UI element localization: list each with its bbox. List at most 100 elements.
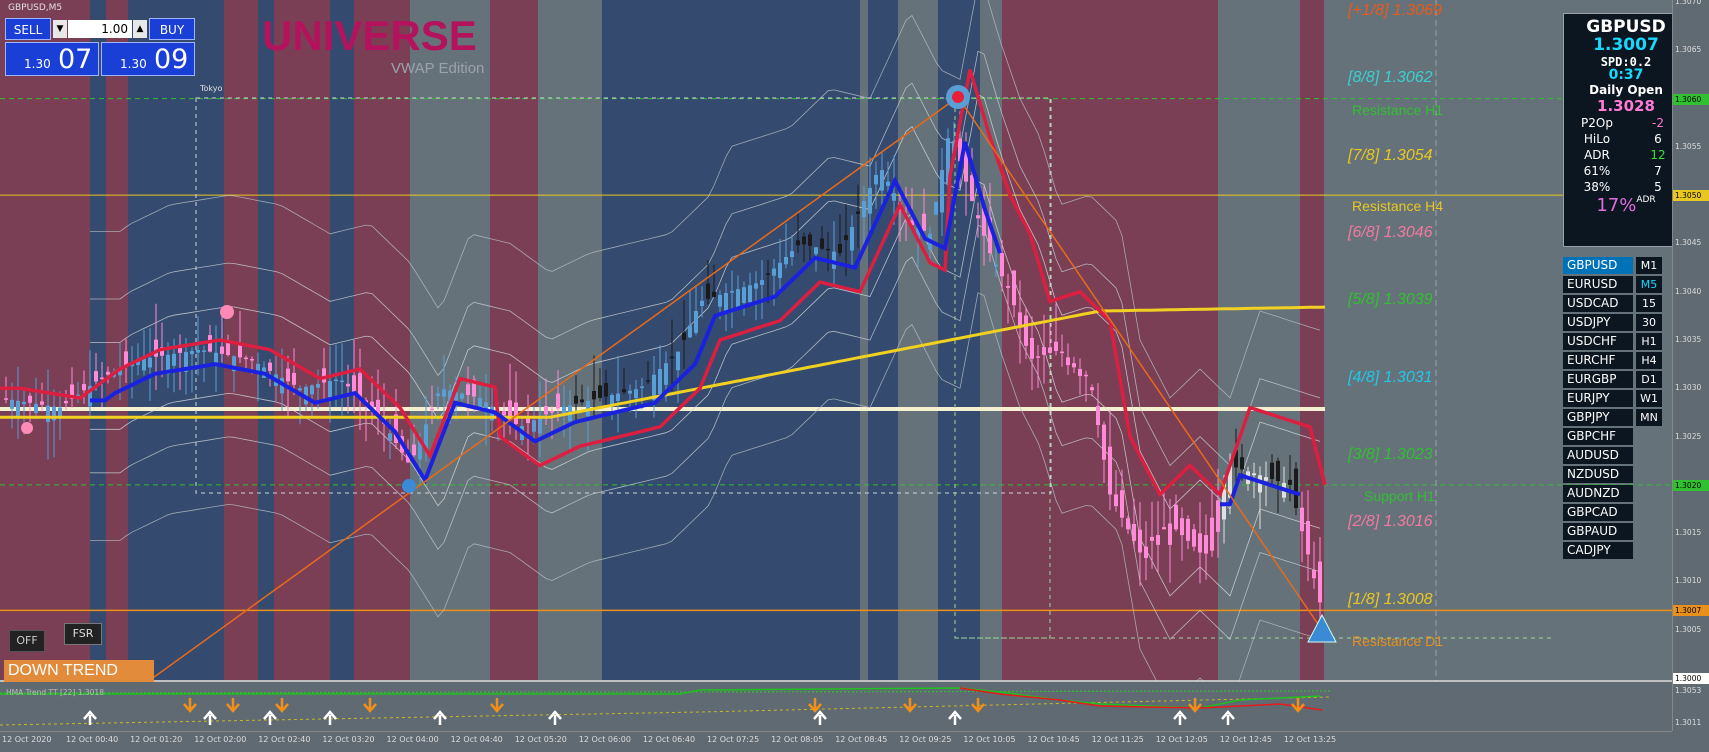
candle-body: [1006, 285, 1010, 288]
candle-body: [736, 289, 740, 307]
info-candle-timer: 0:37: [1608, 67, 1644, 83]
candle-body: [172, 353, 176, 366]
info-symbol: GBPUSD: [1586, 17, 1666, 37]
symbol-eurgbp-button[interactable]: EURGBP: [1563, 371, 1633, 388]
candle-body: [760, 280, 764, 285]
off-button[interactable]: OFF: [9, 630, 45, 652]
candle-body: [94, 371, 98, 382]
price-tick: 1.3010: [1675, 576, 1702, 586]
buy-button[interactable]: BUY: [149, 18, 195, 40]
lot-size-input[interactable]: [68, 20, 132, 38]
symbol-usdcad-button[interactable]: USDCAD: [1563, 295, 1633, 312]
info-row-key: HiLo: [1583, 132, 1611, 146]
timeframe-m5-button[interactable]: M5: [1636, 276, 1662, 293]
candle-body: [790, 251, 794, 258]
candle-body: [352, 375, 356, 393]
candle-body: [556, 393, 560, 409]
time-tick: 12 Oct 03:20: [322, 735, 375, 744]
candle-body: [1042, 347, 1046, 355]
timeframe-30-button[interactable]: 30: [1636, 314, 1662, 331]
candle-body: [604, 382, 608, 397]
time-tick: 12 Oct 12:45: [1219, 735, 1272, 744]
price-tick: 1.3025: [1675, 431, 1702, 441]
info-row: P2Op -2: [1564, 115, 1688, 131]
candle-body: [1060, 351, 1064, 354]
candle-body: [742, 287, 746, 303]
symbol-eurusd-button[interactable]: EURUSD: [1563, 276, 1633, 293]
buy-price-box[interactable]: 1.30 09: [101, 42, 195, 76]
candle-body: [1276, 460, 1280, 481]
candle-body: [316, 383, 320, 388]
fsr-button[interactable]: FSR: [64, 623, 102, 645]
candle-body: [1120, 490, 1124, 518]
symbol-cadjpy-button[interactable]: CADJPY: [1563, 542, 1633, 559]
price-tag: 1.3007: [1673, 605, 1709, 617]
candle-body: [346, 383, 350, 387]
candle-body: [706, 283, 710, 299]
candle-body: [694, 311, 698, 333]
lot-increase-button[interactable]: ▲: [133, 20, 147, 38]
subwindow-tick: 1.3011: [1675, 718, 1702, 727]
info-row-key: P2Op: [1581, 116, 1613, 130]
candle-body: [1162, 527, 1166, 530]
symbol-gbpjpy-button[interactable]: GBPJPY: [1563, 409, 1633, 426]
timeframe-w1-button[interactable]: W1: [1636, 390, 1662, 407]
symbol-audusd-button[interactable]: AUDUSD: [1563, 447, 1633, 464]
session-band: [1002, 0, 1218, 680]
symbol-audnzd-button[interactable]: AUDNZD: [1563, 485, 1633, 502]
timeframe-m1-button[interactable]: M1: [1636, 257, 1662, 274]
candle-body: [592, 391, 596, 400]
candle-body: [1252, 473, 1256, 476]
time-axis[interactable]: 12 Oct 2020 12 Oct 00:40 12 Oct 01:20 12 Oc…: [0, 731, 1672, 752]
timeframe-mn-button[interactable]: MN: [1636, 409, 1662, 426]
symbol-usdchf-button[interactable]: USDCHF: [1563, 333, 1633, 350]
murrey-level-label: [7/8] 1.3054: [1348, 146, 1433, 164]
timeframe-d1-button[interactable]: D1: [1636, 371, 1662, 388]
time-tick: 12 Oct 09:25: [899, 735, 952, 744]
candle-body: [1030, 337, 1034, 359]
candle-body: [658, 368, 662, 394]
timeframe-15-button[interactable]: 15: [1636, 295, 1662, 312]
price-chart[interactable]: [0, 0, 1709, 751]
symbol-gbpchf-button[interactable]: GBPCHF: [1563, 428, 1633, 445]
info-row: HiLo 6: [1564, 131, 1688, 147]
candle-body: [820, 238, 824, 249]
candle-body: [4, 398, 8, 400]
symbol-eurjpy-button[interactable]: EURJPY: [1563, 390, 1633, 407]
timeframe-h4-button[interactable]: H4: [1636, 352, 1662, 369]
sell-button[interactable]: SELL: [5, 18, 51, 40]
murrey-level-label: [8/8] 1.3062: [1348, 69, 1433, 87]
candle-body: [676, 351, 680, 371]
symbol-usdjpy-button[interactable]: USDJPY: [1563, 314, 1633, 331]
time-tick: 12 Oct 13:25: [1283, 735, 1337, 744]
timeframe-h1-button[interactable]: H1: [1636, 333, 1662, 350]
symbol-eurchf-button[interactable]: EURCHF: [1563, 352, 1633, 369]
candle-body: [1054, 341, 1058, 351]
candle-body: [502, 411, 506, 416]
price-axis[interactable]: 1.3070 1.3065 1.3060 1.3055 1.3050 1.3045 1.30…: [1672, 0, 1709, 731]
candle-body: [1318, 561, 1322, 603]
candle-body: [802, 236, 806, 245]
candle-body: [544, 406, 548, 415]
time-tick: 12 Oct 05:20: [514, 735, 567, 744]
candle-body: [628, 390, 632, 394]
symbol-gbpusd-button[interactable]: GBPUSD: [1563, 257, 1633, 274]
murrey-level-label: [6/8] 1.3046: [1348, 223, 1433, 241]
sr-level-label: Resistance H1: [1352, 101, 1444, 118]
candle-body: [550, 411, 554, 413]
symbol-nzdusd-button[interactable]: NZDUSD: [1563, 466, 1633, 483]
candle-body: [1084, 374, 1088, 377]
candle-body: [82, 384, 86, 391]
lot-decrease-button[interactable]: ▼: [53, 20, 67, 38]
symbol-gbpcad-button[interactable]: GBPCAD: [1563, 504, 1633, 521]
candle-body: [682, 332, 686, 340]
pink-dot-marker: [21, 422, 33, 434]
candle-body: [646, 380, 650, 382]
symbol-gbpaud-button[interactable]: GBPAUD: [1563, 523, 1633, 540]
time-tick: 12 Oct 10:45: [1027, 735, 1080, 744]
candle-body: [940, 170, 944, 213]
candle-body: [1126, 518, 1130, 530]
candle-body: [1312, 569, 1316, 579]
candle-body: [1066, 357, 1070, 366]
sell-price-box[interactable]: 1.30 07: [5, 42, 99, 76]
